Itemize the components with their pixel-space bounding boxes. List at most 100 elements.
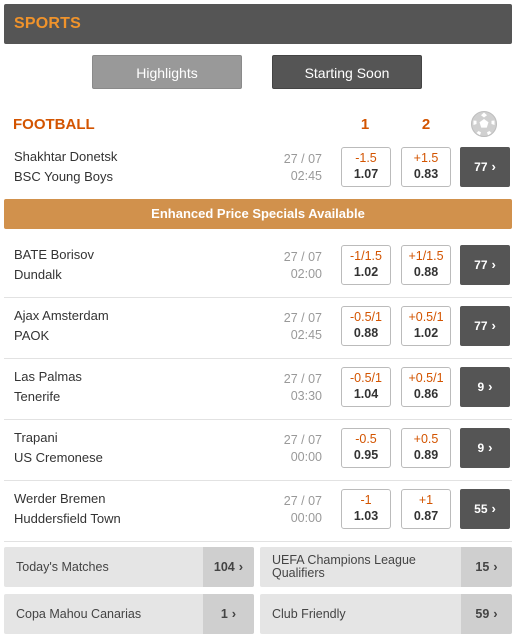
link-label: Club Friendly xyxy=(272,607,346,621)
price: 0.88 xyxy=(413,265,439,279)
away-team[interactable]: PAOK xyxy=(14,328,49,343)
match-datetime: 27 / 07 03:30 xyxy=(252,371,322,405)
odds-button-1[interactable]: -1/1.5 1.02 xyxy=(341,245,391,285)
home-team[interactable]: Trapani xyxy=(14,430,58,445)
handicap: -1.5 xyxy=(355,151,377,165)
chevron-right-icon: › xyxy=(488,379,493,394)
more-markets-count: 77 xyxy=(474,258,488,272)
match-row: BATE Borisov Dundalk 27 / 07 02:00 -1/1.5 1.0… xyxy=(4,237,512,298)
handicap: -1 xyxy=(360,493,372,507)
chevron-right-icon: › xyxy=(231,606,237,621)
more-markets-count: 9 xyxy=(477,441,485,455)
match-row: Trapani US Cremonese 27 / 07 00:00 -0.5 0.95 +… xyxy=(4,420,512,481)
home-team[interactable]: Ajax Amsterdam xyxy=(14,308,109,323)
match-date: 27 / 07 xyxy=(283,250,322,264)
odds-button-2[interactable]: +1/1.5 0.88 xyxy=(401,245,451,285)
column-header-1: 1 xyxy=(360,116,370,133)
match-date: 27 / 07 xyxy=(283,433,322,447)
match-datetime: 27 / 07 02:00 xyxy=(252,249,322,283)
enhanced-price-banner[interactable]: Enhanced Price Specials Available xyxy=(4,199,512,229)
more-markets-button[interactable]: 9 › xyxy=(460,367,510,407)
match-row: Werder Bremen Huddersfield Town 27 / 07 00:… xyxy=(4,481,512,542)
away-team[interactable]: BSC Young Boys xyxy=(14,169,113,184)
chevron-right-icon: › xyxy=(491,159,496,174)
chevron-right-icon: › xyxy=(493,606,498,621)
tab-highlights[interactable]: Highlights xyxy=(92,55,242,89)
odds-button-1[interactable]: -0.5/1 0.88 xyxy=(341,306,391,346)
link-copa-mahou-canarias[interactable]: Copa Mahou Canarias 1 › xyxy=(4,594,254,634)
handicap: +0.5 xyxy=(413,432,439,446)
tab-starting-soon[interactable]: Starting Soon xyxy=(272,55,422,89)
handicap: +1.5 xyxy=(413,151,439,165)
price: 1.07 xyxy=(353,167,379,181)
more-markets-button[interactable]: 55 › xyxy=(460,489,510,529)
home-team[interactable]: BATE Borisov xyxy=(14,247,94,262)
price: 1.02 xyxy=(353,265,379,279)
handicap: +0.5/1 xyxy=(408,310,444,324)
match-date: 27 / 07 xyxy=(283,152,322,166)
home-team[interactable]: Shakhtar Donetsk xyxy=(14,149,117,164)
link-count: 1 › xyxy=(203,594,254,634)
match-date: 27 / 07 xyxy=(283,311,322,325)
away-team[interactable]: Dundalk xyxy=(14,267,62,282)
more-markets-count: 55 xyxy=(474,502,488,516)
header-title: SPORTS xyxy=(14,15,81,32)
odds-button-1[interactable]: -0.5 0.95 xyxy=(341,428,391,468)
price: 1.02 xyxy=(413,326,439,340)
odds-button-2[interactable]: +1 0.87 xyxy=(401,489,451,529)
match-row: Las Palmas Tenerife 27 / 07 03:30 -0.5/1 1.04… xyxy=(4,359,512,420)
match-datetime: 27 / 07 02:45 xyxy=(252,310,322,344)
odds-button-2[interactable]: +0.5 0.89 xyxy=(401,428,451,468)
match-date: 27 / 07 xyxy=(283,494,322,508)
more-markets-button[interactable]: 77 › xyxy=(460,147,510,187)
chevron-right-icon: › xyxy=(493,559,498,574)
odds-button-1[interactable]: -0.5/1 1.04 xyxy=(341,367,391,407)
handicap: +1 xyxy=(418,493,434,507)
chevron-right-icon: › xyxy=(491,318,496,333)
match-time: 03:30 xyxy=(290,389,322,403)
price: 0.89 xyxy=(413,448,439,462)
handicap: +1/1.5 xyxy=(408,249,444,263)
home-team[interactable]: Las Palmas xyxy=(14,369,82,384)
price: 0.83 xyxy=(413,167,439,181)
link-count: 15 › xyxy=(461,547,512,587)
link-club-friendly[interactable]: Club Friendly 59 › xyxy=(260,594,512,634)
price: 0.87 xyxy=(413,509,439,523)
match-datetime: 27 / 07 00:00 xyxy=(252,493,322,527)
sports-header: SPORTS xyxy=(4,4,512,44)
match-datetime: 27 / 07 02:45 xyxy=(252,151,322,185)
odds-button-1[interactable]: -1 1.03 xyxy=(341,489,391,529)
more-markets-count: 77 xyxy=(474,319,488,333)
more-markets-button[interactable]: 77 › xyxy=(460,306,510,346)
home-team[interactable]: Werder Bremen xyxy=(14,491,106,506)
odds-button-2[interactable]: +1.5 0.83 xyxy=(401,147,451,187)
link-todays-matches[interactable]: Today's Matches 104 › xyxy=(4,547,254,587)
more-markets-button[interactable]: 9 › xyxy=(460,428,510,468)
chevron-right-icon: › xyxy=(488,440,493,455)
chevron-right-icon: › xyxy=(491,501,496,516)
away-team[interactable]: Huddersfield Town xyxy=(14,511,121,526)
link-label: Today's Matches xyxy=(16,560,109,574)
column-header-2: 2 xyxy=(421,116,431,133)
link-label: Copa Mahou Canarias xyxy=(16,607,142,621)
odds-button-2[interactable]: +0.5/1 0.86 xyxy=(401,367,451,407)
match-row: Shakhtar Donetsk BSC Young Boys 27 / 07 02:… xyxy=(4,139,512,200)
match-time: 02:00 xyxy=(290,267,322,281)
chevron-right-icon: › xyxy=(491,257,496,272)
price: 0.88 xyxy=(353,326,379,340)
handicap: -0.5/1 xyxy=(350,371,382,385)
more-markets-button[interactable]: 77 › xyxy=(460,245,510,285)
odds-button-1[interactable]: -1.5 1.07 xyxy=(341,147,391,187)
away-team[interactable]: Tenerife xyxy=(14,389,60,404)
price: 1.03 xyxy=(353,509,379,523)
link-uefa-champions-league-qualifiers[interactable]: UEFA Champions League Qualifiers 15 › xyxy=(260,547,512,587)
more-markets-count: 9 xyxy=(477,380,485,394)
section-title: FOOTBALL xyxy=(13,116,95,133)
match-time: 02:45 xyxy=(290,169,322,183)
match-date: 27 / 07 xyxy=(283,372,322,386)
link-count: 104 › xyxy=(203,547,254,587)
odds-button-2[interactable]: +0.5/1 1.02 xyxy=(401,306,451,346)
away-team[interactable]: US Cremonese xyxy=(14,450,103,465)
more-markets-count: 77 xyxy=(474,160,488,174)
price: 1.04 xyxy=(353,387,379,401)
